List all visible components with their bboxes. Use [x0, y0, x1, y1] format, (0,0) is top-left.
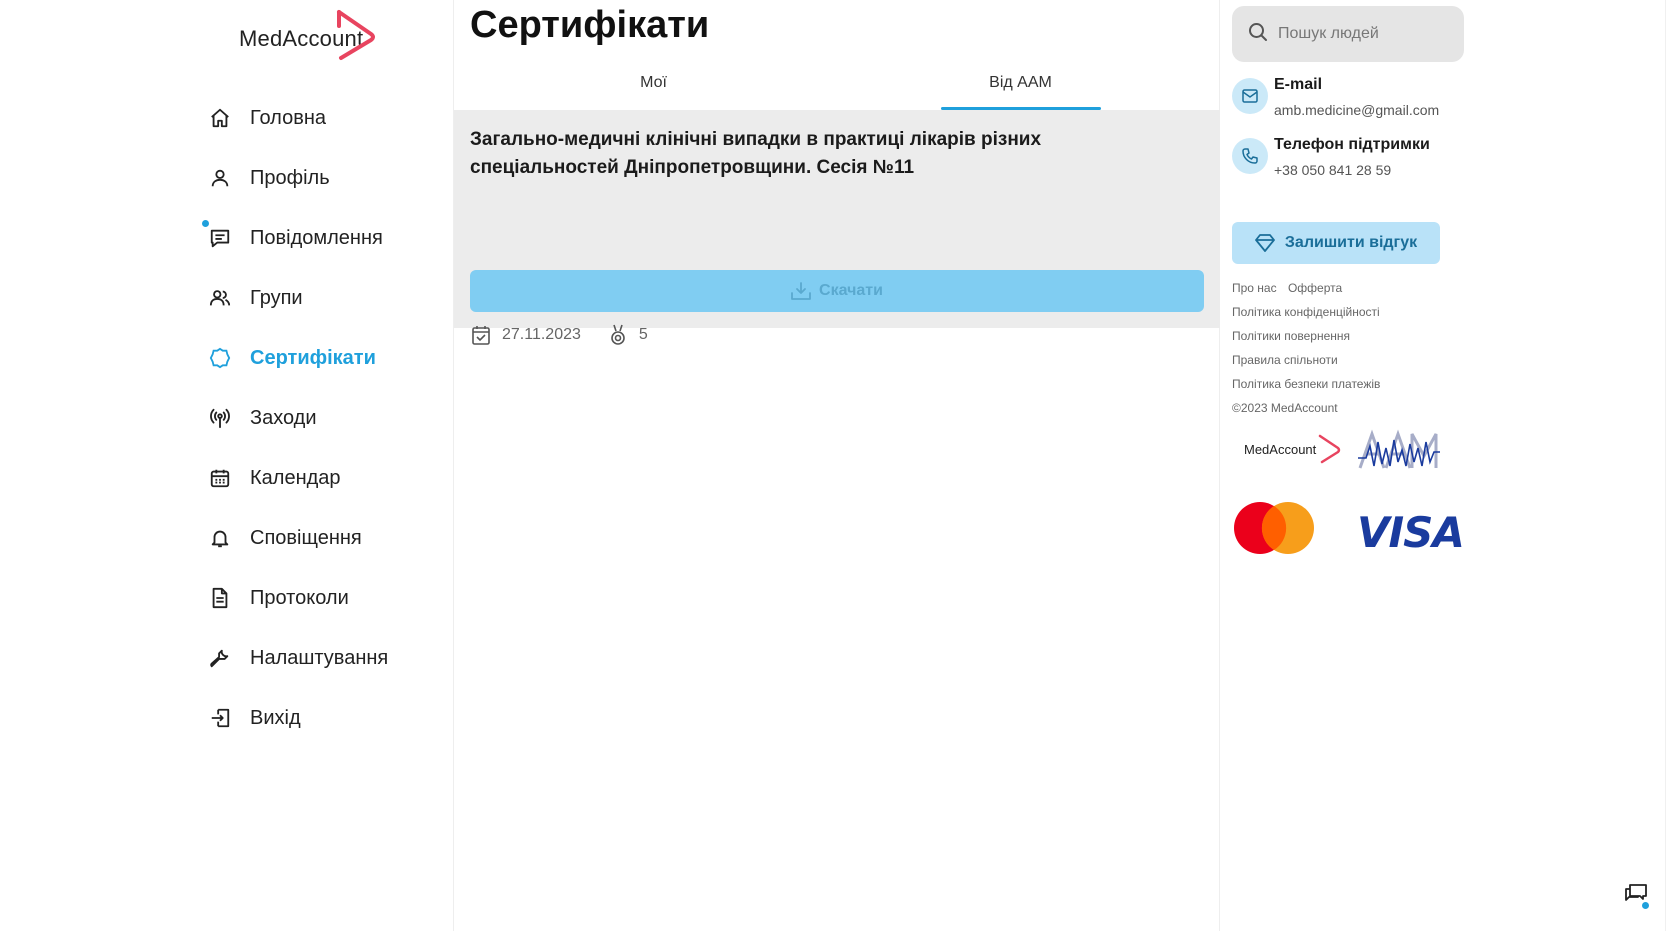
mastercard-logo — [1234, 502, 1314, 554]
contact-phone: Телефон підтримки +38 050 841 28 59 — [1232, 136, 1430, 178]
phone-value[interactable]: +38 050 841 28 59 — [1274, 162, 1430, 178]
page-scrollbar[interactable] — [1665, 0, 1680, 931]
contact-email: E-mail amb.medicine@gmail.com — [1232, 76, 1439, 118]
calendar-check-icon — [470, 324, 492, 346]
phone-icon — [1232, 138, 1268, 174]
download-icon — [791, 282, 811, 300]
calendar-icon — [206, 464, 234, 492]
broadcast-icon — [206, 404, 234, 432]
link-payment-security[interactable]: Політика безпеки платежів — [1232, 377, 1380, 391]
link-about[interactable]: Про нас — [1232, 281, 1277, 295]
users-icon — [206, 284, 234, 312]
sidebar-item-notifications[interactable]: Сповіщення — [206, 508, 388, 568]
sidebar-item-logout[interactable]: Вихід — [206, 688, 388, 748]
tab-mine[interactable]: Мої — [470, 66, 837, 110]
chat-button[interactable] — [1624, 882, 1652, 910]
document-icon — [206, 584, 234, 612]
aam-logo — [1358, 429, 1440, 469]
wrench-icon — [206, 644, 234, 672]
logout-icon — [206, 704, 234, 732]
link-community[interactable]: Правила спільноти — [1232, 353, 1338, 367]
sidebar-item-profile[interactable]: Профіль — [206, 148, 388, 208]
leave-feedback-button[interactable]: Залишити відгук — [1232, 222, 1440, 264]
sidebar-item-label: Налаштування — [250, 646, 389, 669]
home-icon — [206, 104, 234, 132]
link-privacy[interactable]: Політика конфіденційності — [1232, 305, 1380, 319]
payment-logos: VISA — [1232, 500, 1465, 560]
sidebar-item-certificates[interactable]: Сертифікати — [206, 328, 388, 388]
certificate-icon — [206, 344, 234, 372]
sidebar-item-protocols[interactable]: Протоколи — [206, 568, 388, 628]
link-returns[interactable]: Політики повернення — [1232, 329, 1350, 343]
message-icon — [206, 224, 234, 252]
main-content: Сертифікати Мої Від ААМ Загально-медичні… — [454, 0, 1220, 931]
certificate-card: Загально-медичні клінічні випадки в прак… — [454, 110, 1220, 345]
search-input[interactable] — [1278, 25, 1458, 43]
sidebar-item-label: Сповіщення — [250, 526, 362, 549]
medaccount-small-logo: MedAccount — [1244, 442, 1317, 457]
phone-title: Телефон підтримки — [1274, 136, 1430, 153]
email-value[interactable]: amb.medicine@gmail.com — [1274, 102, 1439, 118]
right-panel: E-mail amb.medicine@gmail.com Телефон пі… — [1220, 0, 1680, 931]
sidebar-item-calendar[interactable]: Календар — [206, 448, 388, 508]
search-icon — [1248, 22, 1268, 47]
download-label: Скачати — [819, 282, 883, 299]
copyright: ©2023 MedAccount — [1232, 401, 1338, 415]
sidebar-item-label: Протоколи — [250, 586, 349, 609]
app-root: MedAccount Головна Профіль Повідомлення … — [0, 0, 1680, 931]
sidebar-item-home[interactable]: Головна — [206, 88, 388, 148]
email-title: E-mail — [1274, 76, 1323, 93]
sidebar-item-label: Сертифікати — [250, 346, 376, 369]
sidebar-item-settings[interactable]: Налаштування — [206, 628, 388, 688]
sidebar-item-label: Профіль — [250, 166, 330, 189]
download-button[interactable]: Скачати — [470, 270, 1204, 312]
chat-icon — [1625, 884, 1647, 901]
certificate-points: 5 — [638, 326, 648, 343]
page-title: Сертифікати — [470, 4, 710, 46]
tab-from-aam[interactable]: Від ААМ — [837, 66, 1204, 110]
medaccount-logo[interactable]: MedAccount — [239, 8, 379, 68]
link-offer[interactable]: Офферта — [1288, 281, 1342, 295]
people-search[interactable] — [1232, 6, 1464, 62]
sidebar-item-label: Групи — [250, 286, 303, 309]
sidebar-item-groups[interactable]: Групи — [206, 268, 388, 328]
sidebar: MedAccount Головна Профіль Повідомлення … — [0, 0, 454, 931]
mail-icon — [1232, 78, 1268, 114]
footer-links: Про нас Офферта Політика конфіденційност… — [1232, 278, 1388, 422]
chat-unread-indicator — [1642, 902, 1649, 909]
medal-icon — [607, 324, 629, 346]
bell-icon — [206, 524, 234, 552]
certificate-title: Загально-медичні клінічні випадки в прак… — [470, 129, 1042, 178]
main-nav: Головна Профіль Повідомлення Групи Серти… — [202, 88, 388, 748]
sidebar-item-events[interactable]: Заходи — [206, 388, 388, 448]
sidebar-item-label: Повідомлення — [250, 226, 383, 249]
sidebar-item-label: Заходи — [250, 406, 317, 429]
feedback-label: Залишити відгук — [1284, 234, 1418, 251]
sidebar-item-label: Головна — [250, 106, 326, 129]
sidebar-item-messages[interactable]: Повідомлення — [202, 208, 388, 268]
sidebar-item-label: Календар — [250, 466, 341, 489]
unread-indicator — [202, 220, 209, 227]
play-logo-small-icon — [1318, 434, 1341, 464]
tab-bar: Мої Від ААМ — [470, 66, 1204, 110]
user-icon — [206, 164, 234, 192]
certificate-date: 27.11.2023 — [502, 326, 581, 343]
partner-logos: MedAccount — [1232, 429, 1462, 480]
play-logo-icon — [337, 10, 375, 60]
certificate-details-row: 27.11.2023 5 — [470, 324, 648, 346]
visa-logo: VISA — [1357, 508, 1465, 557]
sidebar-item-label: Вихід — [250, 706, 301, 729]
diamond-icon — [1254, 234, 1275, 252]
